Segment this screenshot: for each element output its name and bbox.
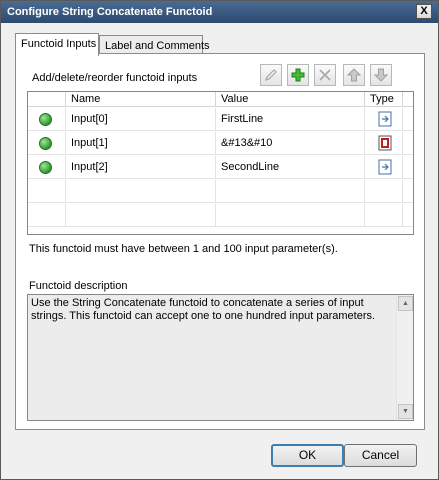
value-cell[interactable]: FirstLine bbox=[216, 108, 365, 131]
tab-label: Functoid Inputs bbox=[21, 38, 97, 50]
empty-cell bbox=[28, 180, 66, 203]
plus-icon bbox=[291, 68, 305, 82]
status-cell bbox=[28, 132, 66, 155]
empty-row[interactable] bbox=[28, 180, 413, 203]
green-check-icon bbox=[39, 137, 52, 150]
tab-label: Label and Comments bbox=[105, 40, 210, 52]
empty-cell bbox=[365, 204, 403, 227]
inputs-section-label: Add/delete/reorder functoid inputs bbox=[32, 72, 198, 84]
empty-cell bbox=[365, 180, 403, 203]
window-title: Configure String Concatenate Functoid bbox=[7, 6, 213, 18]
arrow-up-icon bbox=[346, 68, 362, 82]
grid-header: Name Value Type bbox=[28, 92, 413, 107]
description-label: Functoid description bbox=[29, 280, 128, 292]
delete-input-button[interactable] bbox=[314, 64, 336, 86]
type-cell[interactable] bbox=[365, 132, 403, 155]
functoid-inputs-panel: Add/delete/reorder functoid inputs Name … bbox=[15, 53, 425, 430]
arrow-down-icon bbox=[373, 68, 389, 82]
dialog-window: Configure String Concatenate Functoid X … bbox=[0, 0, 439, 480]
status-cell bbox=[28, 156, 66, 179]
scroll-down-arrow-icon[interactable]: ▼ bbox=[398, 404, 413, 419]
title-bar[interactable]: Configure String Concatenate Functoid X bbox=[1, 1, 438, 23]
green-check-icon bbox=[39, 113, 52, 126]
empty-cell bbox=[216, 180, 365, 203]
green-check-icon bbox=[39, 161, 52, 174]
input-constraint-text: This functoid must have between 1 and 10… bbox=[29, 243, 338, 255]
add-input-button[interactable] bbox=[287, 64, 309, 86]
empty-cell bbox=[66, 204, 216, 227]
empty-row[interactable] bbox=[28, 204, 413, 227]
name-cell[interactable]: Input[2] bbox=[66, 156, 216, 179]
empty-cell bbox=[66, 180, 216, 203]
column-header-type[interactable]: Type bbox=[365, 92, 403, 107]
pencil-icon bbox=[265, 69, 277, 81]
description-textbox[interactable]: Use the String Concatenate functoid to c… bbox=[27, 294, 414, 421]
type-cell[interactable] bbox=[365, 156, 403, 179]
constant-type-icon bbox=[378, 159, 392, 175]
constant-type-icon bbox=[378, 111, 392, 127]
column-header-value[interactable]: Value bbox=[216, 92, 365, 107]
table-row[interactable]: Input[1] &#13&#10 bbox=[28, 132, 413, 155]
description-text: Use the String Concatenate functoid to c… bbox=[31, 297, 376, 322]
column-header-status[interactable] bbox=[28, 92, 66, 107]
delete-x-icon bbox=[319, 69, 331, 81]
inputs-grid[interactable]: Name Value Type Input[0] FirstLine Input… bbox=[27, 91, 414, 235]
value-cell[interactable]: SecondLine bbox=[216, 156, 365, 179]
tab-functoid-inputs[interactable]: Functoid Inputs bbox=[15, 33, 99, 56]
type-cell[interactable] bbox=[365, 108, 403, 131]
scroll-up-arrow-icon[interactable]: ▲ bbox=[398, 296, 413, 311]
value-cell[interactable]: &#13&#10 bbox=[216, 132, 365, 155]
move-up-button[interactable] bbox=[343, 64, 365, 86]
empty-cell bbox=[28, 204, 66, 227]
column-header-name[interactable]: Name bbox=[66, 92, 216, 107]
name-cell[interactable]: Input[0] bbox=[66, 108, 216, 131]
move-down-button[interactable] bbox=[370, 64, 392, 86]
name-cell[interactable]: Input[1] bbox=[66, 132, 216, 155]
status-cell bbox=[28, 108, 66, 131]
description-scrollbar[interactable]: ▲ ▼ bbox=[396, 295, 413, 420]
empty-cell bbox=[216, 204, 365, 227]
close-button[interactable]: X bbox=[416, 4, 432, 19]
table-row[interactable]: Input[2] SecondLine bbox=[28, 156, 413, 179]
edit-input-button[interactable] bbox=[260, 64, 282, 86]
table-row[interactable]: Input[0] FirstLine bbox=[28, 108, 413, 131]
ok-button[interactable]: OK bbox=[271, 444, 344, 467]
constant-red-type-icon bbox=[378, 135, 392, 151]
cancel-button[interactable]: Cancel bbox=[344, 444, 417, 467]
